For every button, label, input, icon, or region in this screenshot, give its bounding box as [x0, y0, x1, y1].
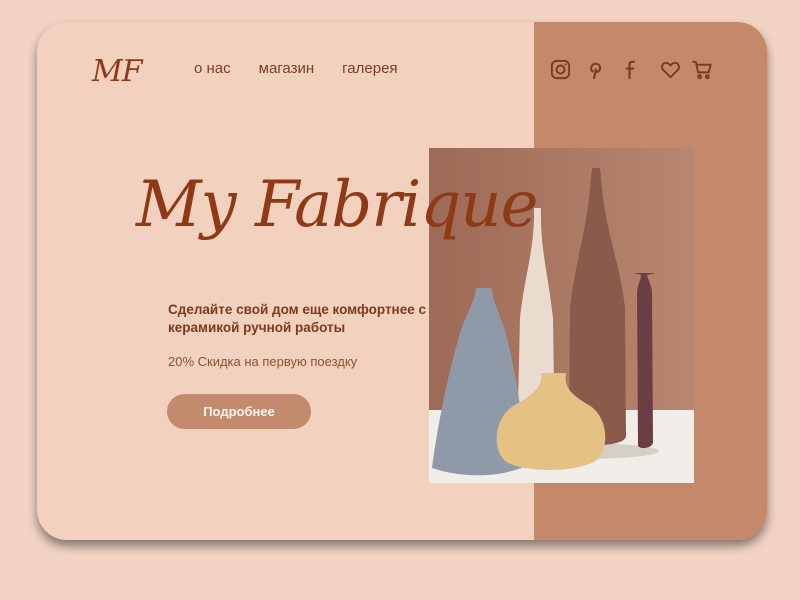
pinterest-icon[interactable]: [584, 58, 607, 81]
nav-item-gallery[interactable]: галерея: [342, 60, 397, 77]
hero-title: My Fabrique: [136, 168, 538, 242]
facebook-icon[interactable]: [619, 58, 642, 81]
discount-text: 20% Скидка на первую поездку: [168, 354, 358, 369]
landing-card: MF о нас магазин галерея My Fabrique Сде…: [37, 22, 767, 540]
header-actions: [659, 58, 714, 81]
cart-icon[interactable]: [691, 58, 714, 81]
more-button[interactable]: Подробнее: [167, 394, 311, 429]
hero-subtitle: Сделайте свой дом еще комфортнее с керам…: [168, 302, 426, 335]
nav-item-shop[interactable]: магазин: [259, 60, 315, 77]
brand-logo[interactable]: MF: [92, 54, 143, 89]
main-nav: о нас магазин галерея: [194, 60, 398, 77]
instagram-icon[interactable]: [549, 58, 572, 81]
heart-icon[interactable]: [659, 58, 682, 81]
nav-item-about[interactable]: о нас: [194, 60, 231, 77]
social-links: [549, 58, 642, 81]
